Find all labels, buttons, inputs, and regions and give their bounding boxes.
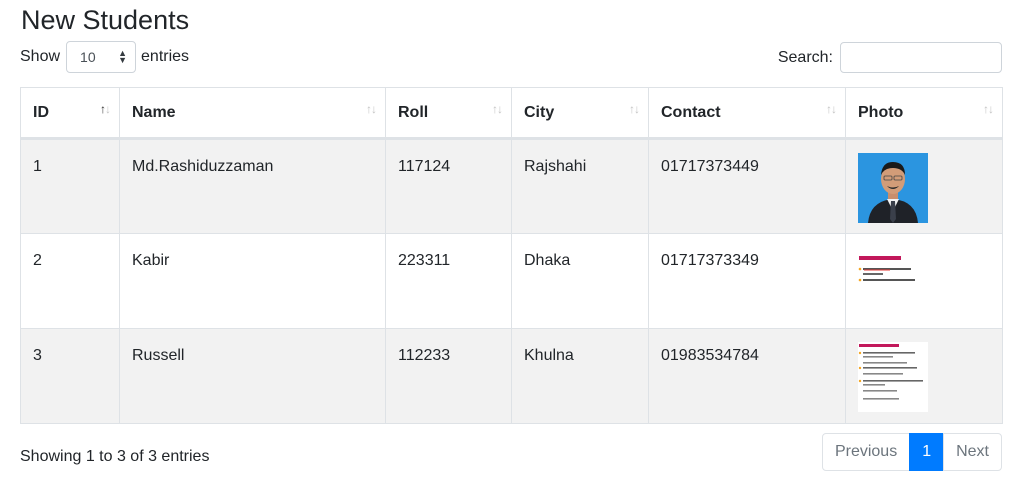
cell-id: 2 — [20, 233, 120, 329]
cell-id: 3 — [20, 328, 120, 424]
column-header-roll[interactable]: Roll ↑↓ — [385, 87, 512, 140]
sort-ascending-icon: ↑↓ — [100, 102, 111, 116]
cell-photo — [845, 328, 1003, 424]
table-row: 2 Kabir 223311 Dhaka 01717373349 — [20, 233, 1003, 329]
cell-city: Rajshahi — [511, 138, 649, 234]
sort-icon: ↑↓ — [826, 102, 837, 116]
cell-name: Kabir — [119, 233, 386, 329]
cell-name: Md.Rashiduzzaman — [119, 138, 386, 234]
cell-photo — [845, 233, 1003, 329]
slide-thumbnail-image — [858, 342, 928, 412]
table-row: 3 Russell 112233 Khulna 01983534784 — [20, 328, 1003, 424]
cell-name: Russell — [119, 328, 386, 424]
previous-page-button[interactable]: Previous — [821, 433, 911, 471]
search-label: Search: — [777, 48, 833, 66]
entries-label: entries — [141, 48, 190, 65]
students-table: ID ↑↓ Name ↑↓ Roll ↑↓ City ↑↓ Contact ↑↓… — [20, 87, 1003, 424]
page-title: New Students — [21, 5, 190, 35]
sort-icon: ↑↓ — [366, 102, 377, 116]
column-header-contact[interactable]: Contact ↑↓ — [648, 87, 846, 140]
slide-thumbnail-image — [858, 247, 928, 317]
column-header-id[interactable]: ID ↑↓ — [20, 87, 120, 140]
page-1-button[interactable]: 1 — [909, 433, 945, 471]
table-info: Showing 1 to 3 of 3 entries — [20, 448, 210, 465]
cell-roll: 117124 — [385, 138, 512, 234]
column-header-photo[interactable]: Photo ↑↓ — [845, 87, 1003, 140]
sort-icon: ↑↓ — [983, 102, 994, 116]
entries-per-page-value: 10 — [80, 49, 96, 65]
column-header-name[interactable]: Name ↑↓ — [119, 87, 386, 140]
cell-id: 1 — [20, 138, 120, 234]
search-input[interactable] — [840, 42, 1002, 73]
column-header-city[interactable]: City ↑↓ — [511, 87, 649, 140]
cell-city: Dhaka — [511, 233, 649, 329]
search-control: Search: — [778, 42, 1002, 73]
cell-contact: 01983534784 — [648, 328, 846, 424]
table-header-row: ID ↑↓ Name ↑↓ Roll ↑↓ City ↑↓ Contact ↑↓… — [20, 87, 1003, 140]
cell-city: Khulna — [511, 328, 649, 424]
sort-icon: ↑↓ — [629, 102, 640, 116]
table-row: 1 Md.Rashiduzzaman 117124 Rajshahi 01717… — [20, 138, 1003, 234]
show-label: Show — [20, 48, 61, 65]
portrait-photo — [858, 153, 928, 223]
chevron-up-down-icon: ▲ ▼ — [118, 48, 128, 65]
entries-length-control: Show 10 ▲ ▼ entries — [20, 41, 189, 73]
cell-contact: 01717373449 — [648, 138, 846, 234]
cell-roll: 223311 — [385, 233, 512, 329]
cell-photo — [845, 138, 1003, 234]
sort-icon: ↑↓ — [492, 102, 503, 116]
next-page-button[interactable]: Next — [943, 433, 1002, 471]
pagination: Previous 1 Next — [821, 433, 1002, 471]
cell-contact: 01717373349 — [648, 233, 846, 329]
entries-per-page-select[interactable]: 10 ▲ ▼ — [66, 41, 137, 73]
cell-roll: 112233 — [385, 328, 512, 424]
